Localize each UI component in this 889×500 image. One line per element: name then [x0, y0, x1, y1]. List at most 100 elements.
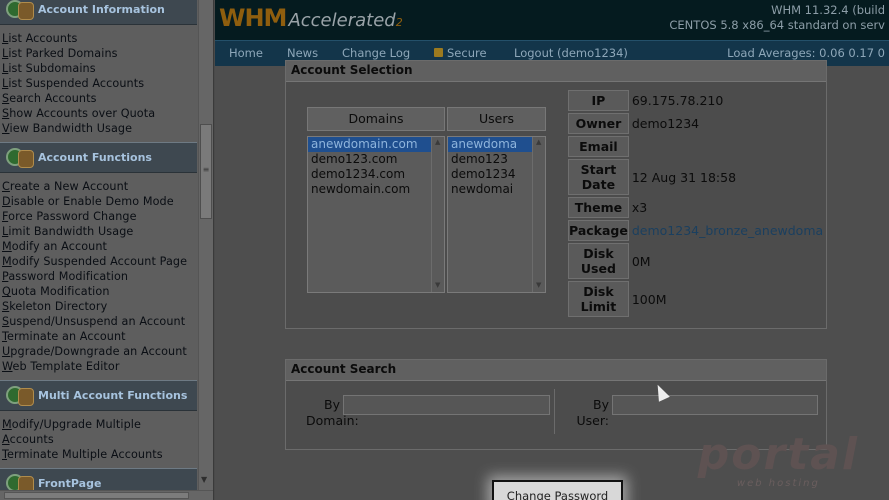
nav-logout[interactable]: Logout (demo1234)	[514, 46, 628, 60]
portal-watermark: portal web hosting	[697, 429, 859, 490]
section-header-account-information[interactable]: Account Information	[0, 0, 197, 25]
info-row-package: Package demo1234_bronze_anewdoma	[568, 220, 823, 241]
load-averages: Load Averages: 0.06 0.17 0	[727, 46, 885, 60]
scroll-up-icon[interactable]: ▲	[536, 138, 541, 146]
by-user-label-line1: By	[593, 397, 609, 412]
sidebar-link-password-modification[interactable]: Password Modification	[2, 269, 197, 284]
info-row-disk-used: Disk Used 0M	[568, 243, 823, 279]
hscrollbar-thumb[interactable]	[4, 492, 189, 499]
sidebar-link-upgrade-downgrade[interactable]: Upgrade/Downgrade an Account	[2, 344, 197, 359]
lock-icon	[434, 48, 443, 57]
sidebar-link-demo-mode[interactable]: Disable or Enable Demo Mode	[2, 194, 197, 209]
watermark-big: portal	[697, 429, 859, 480]
search-divider	[554, 389, 555, 434]
section-title: FrontPage	[38, 477, 102, 490]
sidebar-link-modify-account[interactable]: Modify an Account	[2, 239, 197, 254]
info-value: 12 Aug 31 18:58	[631, 169, 737, 185]
domain-option[interactable]: newdomain.com	[308, 182, 444, 197]
sidebar-link-modify-upgrade-multiple-cont[interactable]: Accounts	[2, 432, 197, 447]
by-domain-label: By Domain:	[306, 397, 359, 429]
scroll-up-icon[interactable]: ▲	[435, 138, 440, 146]
sidebar-link-web-template-editor[interactable]: Web Template Editor	[2, 359, 197, 374]
domain-option[interactable]: demo123.com	[308, 152, 444, 167]
info-key: Owner	[568, 113, 629, 134]
logo-whm: WHM	[219, 4, 287, 32]
users-scrollbar[interactable]: ▲ ▼	[532, 137, 545, 292]
info-row-theme: Theme x3	[568, 197, 823, 218]
users-header: Users	[447, 107, 546, 131]
user-option[interactable]: newdomai	[448, 182, 545, 197]
sidebar-link-list-suspended-accounts[interactable]: List Suspended Accounts	[2, 76, 197, 91]
account-search-title: Account Search	[286, 360, 826, 381]
domain-option[interactable]: anewdomain.com	[308, 137, 444, 152]
logo-accelerated: Accelerated	[288, 10, 396, 31]
user-option[interactable]: demo1234	[448, 167, 545, 182]
sidebar-horizontal-scrollbar[interactable]	[0, 490, 213, 500]
sidebar-link-suspend-unsuspend[interactable]: Suspend/Unsuspend an Account	[2, 314, 197, 329]
sidebar: Account Information List Accounts List P…	[0, 0, 214, 500]
nav-news[interactable]: News	[287, 46, 318, 60]
users-listbox[interactable]: anewdoma demo123 demo1234 newdomai ▲ ▼	[447, 136, 546, 293]
user-option[interactable]: anewdoma	[448, 137, 545, 152]
sidebar-link-terminate-multiple[interactable]: Terminate Multiple Accounts	[2, 447, 197, 462]
info-key: Package	[568, 220, 629, 241]
sidebar-link-limit-bandwidth[interactable]: Limit Bandwidth Usage	[2, 224, 197, 239]
sidebar-link-skeleton-directory[interactable]: Skeleton Directory	[2, 299, 197, 314]
info-value: 100M	[631, 291, 667, 307]
search-by-domain-input[interactable]	[343, 395, 550, 415]
scroll-down-icon[interactable]: ▼	[536, 281, 541, 289]
multi-account-icon	[4, 384, 38, 408]
user-option[interactable]: demo123	[448, 152, 545, 167]
account-info-table: IP 69.175.78.210 Owner demo1234 Email Star…	[568, 88, 824, 319]
account-selection-panel: Account Selection Domains anewdomain.com…	[285, 60, 827, 329]
sidebar-link-list-parked-domains[interactable]: List Parked Domains	[2, 46, 197, 61]
by-domain-label-line2: Domain:	[306, 413, 359, 428]
version-line: WHM 11.32.4 (build	[771, 3, 885, 17]
info-row-disk-limit: Disk Limit 100M	[568, 281, 823, 317]
info-row-start-date: Start Date 12 Aug 31 18:58	[568, 159, 823, 195]
scrollbar-thumb[interactable]: ≡	[200, 124, 212, 219]
sidebar-link-force-password-change[interactable]: Force Password Change	[2, 209, 197, 224]
sidebar-link-modify-upgrade-multiple[interactable]: Modify/Upgrade Multiple	[2, 417, 197, 432]
info-row-ip: IP 69.175.78.210	[568, 90, 823, 111]
account-functions-icon	[4, 146, 38, 170]
os-line: CENTOS 5.8 x86_64 standard on serv	[669, 18, 885, 32]
info-key: Disk Used	[568, 243, 629, 279]
scroll-down-arrow-icon[interactable]: ▼	[201, 475, 207, 484]
sidebar-link-terminate-account[interactable]: Terminate an Account	[2, 329, 197, 344]
main-content: Account Selection Domains anewdomain.com…	[215, 60, 889, 500]
sidebar-link-show-accounts-over-quota[interactable]: Show Accounts over Quota	[2, 106, 197, 121]
info-row-owner: Owner demo1234	[568, 113, 823, 134]
domains-listbox[interactable]: anewdomain.com demo123.com demo1234.com …	[307, 136, 445, 293]
sidebar-link-create-account[interactable]: Create a New Account	[2, 179, 197, 194]
sidebar-link-list-accounts[interactable]: List Accounts	[2, 31, 197, 46]
domains-scrollbar[interactable]: ▲ ▼	[431, 137, 444, 292]
change-password-button[interactable]: Change Password	[492, 480, 623, 500]
info-value: x3	[631, 200, 648, 215]
header: WHM Accelerated2 WHM 11.32.4 (build CENTO…	[215, 0, 889, 40]
info-row-email: Email	[568, 136, 823, 157]
sidebar-link-quota-modification[interactable]: Quota Modification	[2, 284, 197, 299]
info-key: IP	[568, 90, 629, 111]
nav-change-log[interactable]: Change Log	[342, 46, 410, 60]
sidebar-link-list-subdomains[interactable]: List Subdomains	[2, 61, 197, 76]
sidebar-link-modify-suspended-page[interactable]: Modify Suspended Account Page	[2, 254, 197, 269]
info-key: Email	[568, 136, 629, 157]
package-link[interactable]: demo1234_bronze_anewdoma	[629, 220, 823, 241]
logo-sub: 2	[395, 16, 403, 29]
info-icon	[4, 0, 38, 22]
by-domain-label-line1: By	[324, 397, 340, 412]
nav-secure-label: Secure	[447, 46, 487, 60]
info-key: Theme	[568, 197, 629, 218]
section-header-account-functions[interactable]: Account Functions	[0, 142, 197, 173]
domain-option[interactable]: demo1234.com	[308, 167, 444, 182]
search-by-user-input[interactable]	[612, 395, 818, 415]
section-header-multi-account-functions[interactable]: Multi Account Functions	[0, 380, 197, 411]
nav-home[interactable]: Home	[229, 46, 263, 60]
scroll-down-icon[interactable]: ▼	[435, 281, 440, 289]
nav-secure[interactable]: Secure	[434, 46, 487, 60]
sidebar-link-search-accounts[interactable]: Search Accounts	[2, 91, 197, 106]
sidebar-link-view-bandwidth-usage[interactable]: View Bandwidth Usage	[2, 121, 197, 136]
sidebar-scrollbar[interactable]: ≡ ▼	[198, 0, 213, 490]
version-info: WHM 11.32.4 (build CENTOS 5.8 x86_64 sta…	[669, 3, 885, 33]
